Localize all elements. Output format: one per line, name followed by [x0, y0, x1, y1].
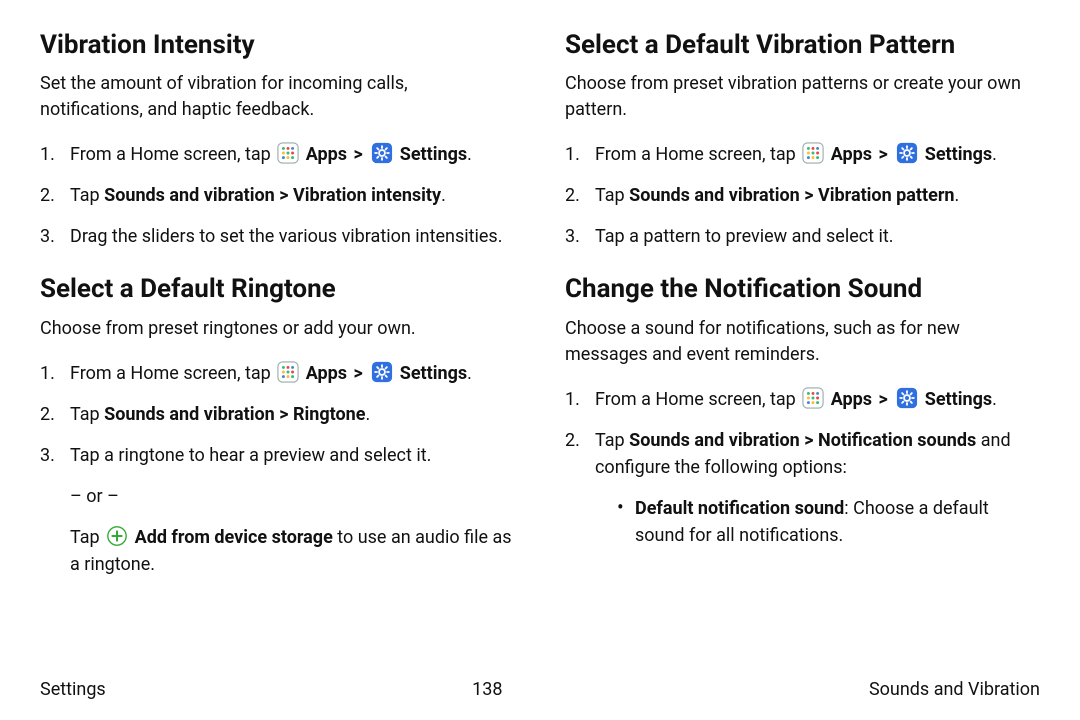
- period: .: [441, 185, 446, 206]
- step-text: From a Home screen, tap: [70, 363, 275, 384]
- apps-icon: [802, 142, 824, 164]
- bold-path: Sounds and vibration > Vibration pattern: [629, 185, 954, 206]
- steps-vibration-intensity: From a Home screen, tap Apps > Settings.…: [40, 141, 515, 250]
- period: .: [467, 144, 472, 165]
- desc-vibration-intensity: Set the amount of vibration for incoming…: [40, 71, 515, 123]
- apps-icon: [277, 142, 299, 164]
- add-storage-label: Add from device storage: [135, 527, 333, 548]
- period: .: [992, 389, 997, 410]
- alt-step: Tap Add from device storage to use an au…: [70, 524, 515, 578]
- bold-path: Sounds and vibration > Notification soun…: [629, 430, 976, 451]
- bullet-item: Default notification sound: Choose a def…: [617, 495, 1040, 549]
- step-item: Tap a ringtone to hear a preview and sel…: [40, 442, 515, 578]
- period: .: [366, 404, 371, 425]
- settings-icon: [896, 142, 918, 164]
- bold-path: Sounds and vibration > Ringtone: [104, 404, 365, 425]
- settings-label: Settings: [400, 144, 467, 165]
- step-text: From a Home screen, tap: [70, 144, 275, 165]
- step-text: Tap: [595, 430, 629, 451]
- step-item: From a Home screen, tap Apps > Settings.: [40, 360, 515, 387]
- desc-vibration-pattern: Choose from preset vibration patterns or…: [565, 71, 1040, 123]
- settings-label: Settings: [925, 144, 992, 165]
- apps-label: Apps: [306, 144, 347, 165]
- step-item: Tap Sounds and vibration > Vibration pat…: [565, 182, 1040, 209]
- footer-left: Settings: [40, 679, 106, 700]
- heading-vibration-intensity: Vibration Intensity: [40, 30, 515, 61]
- period: .: [467, 363, 472, 384]
- options-list: Default notification sound: Choose a def…: [595, 495, 1040, 549]
- step-text: Tap: [70, 185, 104, 206]
- step-item: From a Home screen, tap Apps > Settings.: [565, 141, 1040, 168]
- step-item: Tap a pattern to preview and select it.: [565, 223, 1040, 250]
- step-text: From a Home screen, tap: [595, 389, 800, 410]
- step-item: From a Home screen, tap Apps > Settings.: [40, 141, 515, 168]
- steps-default-ringtone: From a Home screen, tap Apps > Settings.…: [40, 360, 515, 578]
- step-item: From a Home screen, tap Apps > Settings.: [565, 386, 1040, 413]
- step-text: From a Home screen, tap: [595, 144, 800, 165]
- add-icon: [106, 525, 128, 547]
- option-name: Default notification sound: [635, 498, 844, 519]
- or-separator: – or –: [70, 483, 515, 510]
- apps-label: Apps: [306, 363, 347, 384]
- section-vibration-pattern: Select a Default Vibration Pattern Choos…: [565, 30, 1040, 250]
- heading-vibration-pattern: Select a Default Vibration Pattern: [565, 30, 1040, 61]
- step-item: Tap Sounds and vibration > Notification …: [565, 427, 1040, 549]
- steps-vibration-pattern: From a Home screen, tap Apps > Settings.…: [565, 141, 1040, 250]
- settings-label: Settings: [925, 389, 992, 410]
- heading-notification-sound: Change the Notification Sound: [565, 274, 1040, 305]
- apps-icon: [802, 387, 824, 409]
- step-text: Tap: [70, 404, 104, 425]
- chevron-icon: >: [879, 389, 888, 410]
- period: .: [992, 144, 997, 165]
- right-column: Select a Default Vibration Pattern Choos…: [565, 30, 1040, 602]
- step-text: Tap: [70, 527, 104, 548]
- bold-path: Sounds and vibration > Vibration intensi…: [104, 185, 441, 206]
- desc-default-ringtone: Choose from preset ringtones or add your…: [40, 316, 515, 342]
- step-item: Drag the sliders to set the various vibr…: [40, 223, 515, 250]
- section-notification-sound: Change the Notification Sound Choose a s…: [565, 274, 1040, 548]
- heading-default-ringtone: Select a Default Ringtone: [40, 274, 515, 305]
- apps-label: Apps: [831, 389, 872, 410]
- desc-notification-sound: Choose a sound for notifications, such a…: [565, 316, 1040, 368]
- step-item: Tap Sounds and vibration > Vibration int…: [40, 182, 515, 209]
- period: .: [955, 185, 960, 206]
- section-vibration-intensity: Vibration Intensity Set the amount of vi…: [40, 30, 515, 250]
- settings-icon: [896, 387, 918, 409]
- section-default-ringtone: Select a Default Ringtone Choose from pr…: [40, 274, 515, 577]
- step-text: Tap: [595, 185, 629, 206]
- left-column: Vibration Intensity Set the amount of vi…: [40, 30, 515, 602]
- apps-label: Apps: [831, 144, 872, 165]
- chevron-icon: >: [879, 144, 888, 165]
- step-item: Tap Sounds and vibration > Ringtone.: [40, 401, 515, 428]
- page-footer: Settings 138 Sounds and Vibration: [40, 679, 1040, 700]
- footer-page-number: 138: [472, 679, 502, 700]
- settings-icon: [371, 142, 393, 164]
- settings-icon: [371, 361, 393, 383]
- apps-icon: [277, 361, 299, 383]
- settings-label: Settings: [400, 363, 467, 384]
- step-text: Tap a ringtone to hear a preview and sel…: [70, 445, 431, 466]
- chevron-icon: >: [354, 363, 363, 384]
- steps-notification-sound: From a Home screen, tap Apps > Settings.…: [565, 386, 1040, 549]
- chevron-icon: >: [354, 144, 363, 165]
- footer-right: Sounds and Vibration: [869, 679, 1040, 700]
